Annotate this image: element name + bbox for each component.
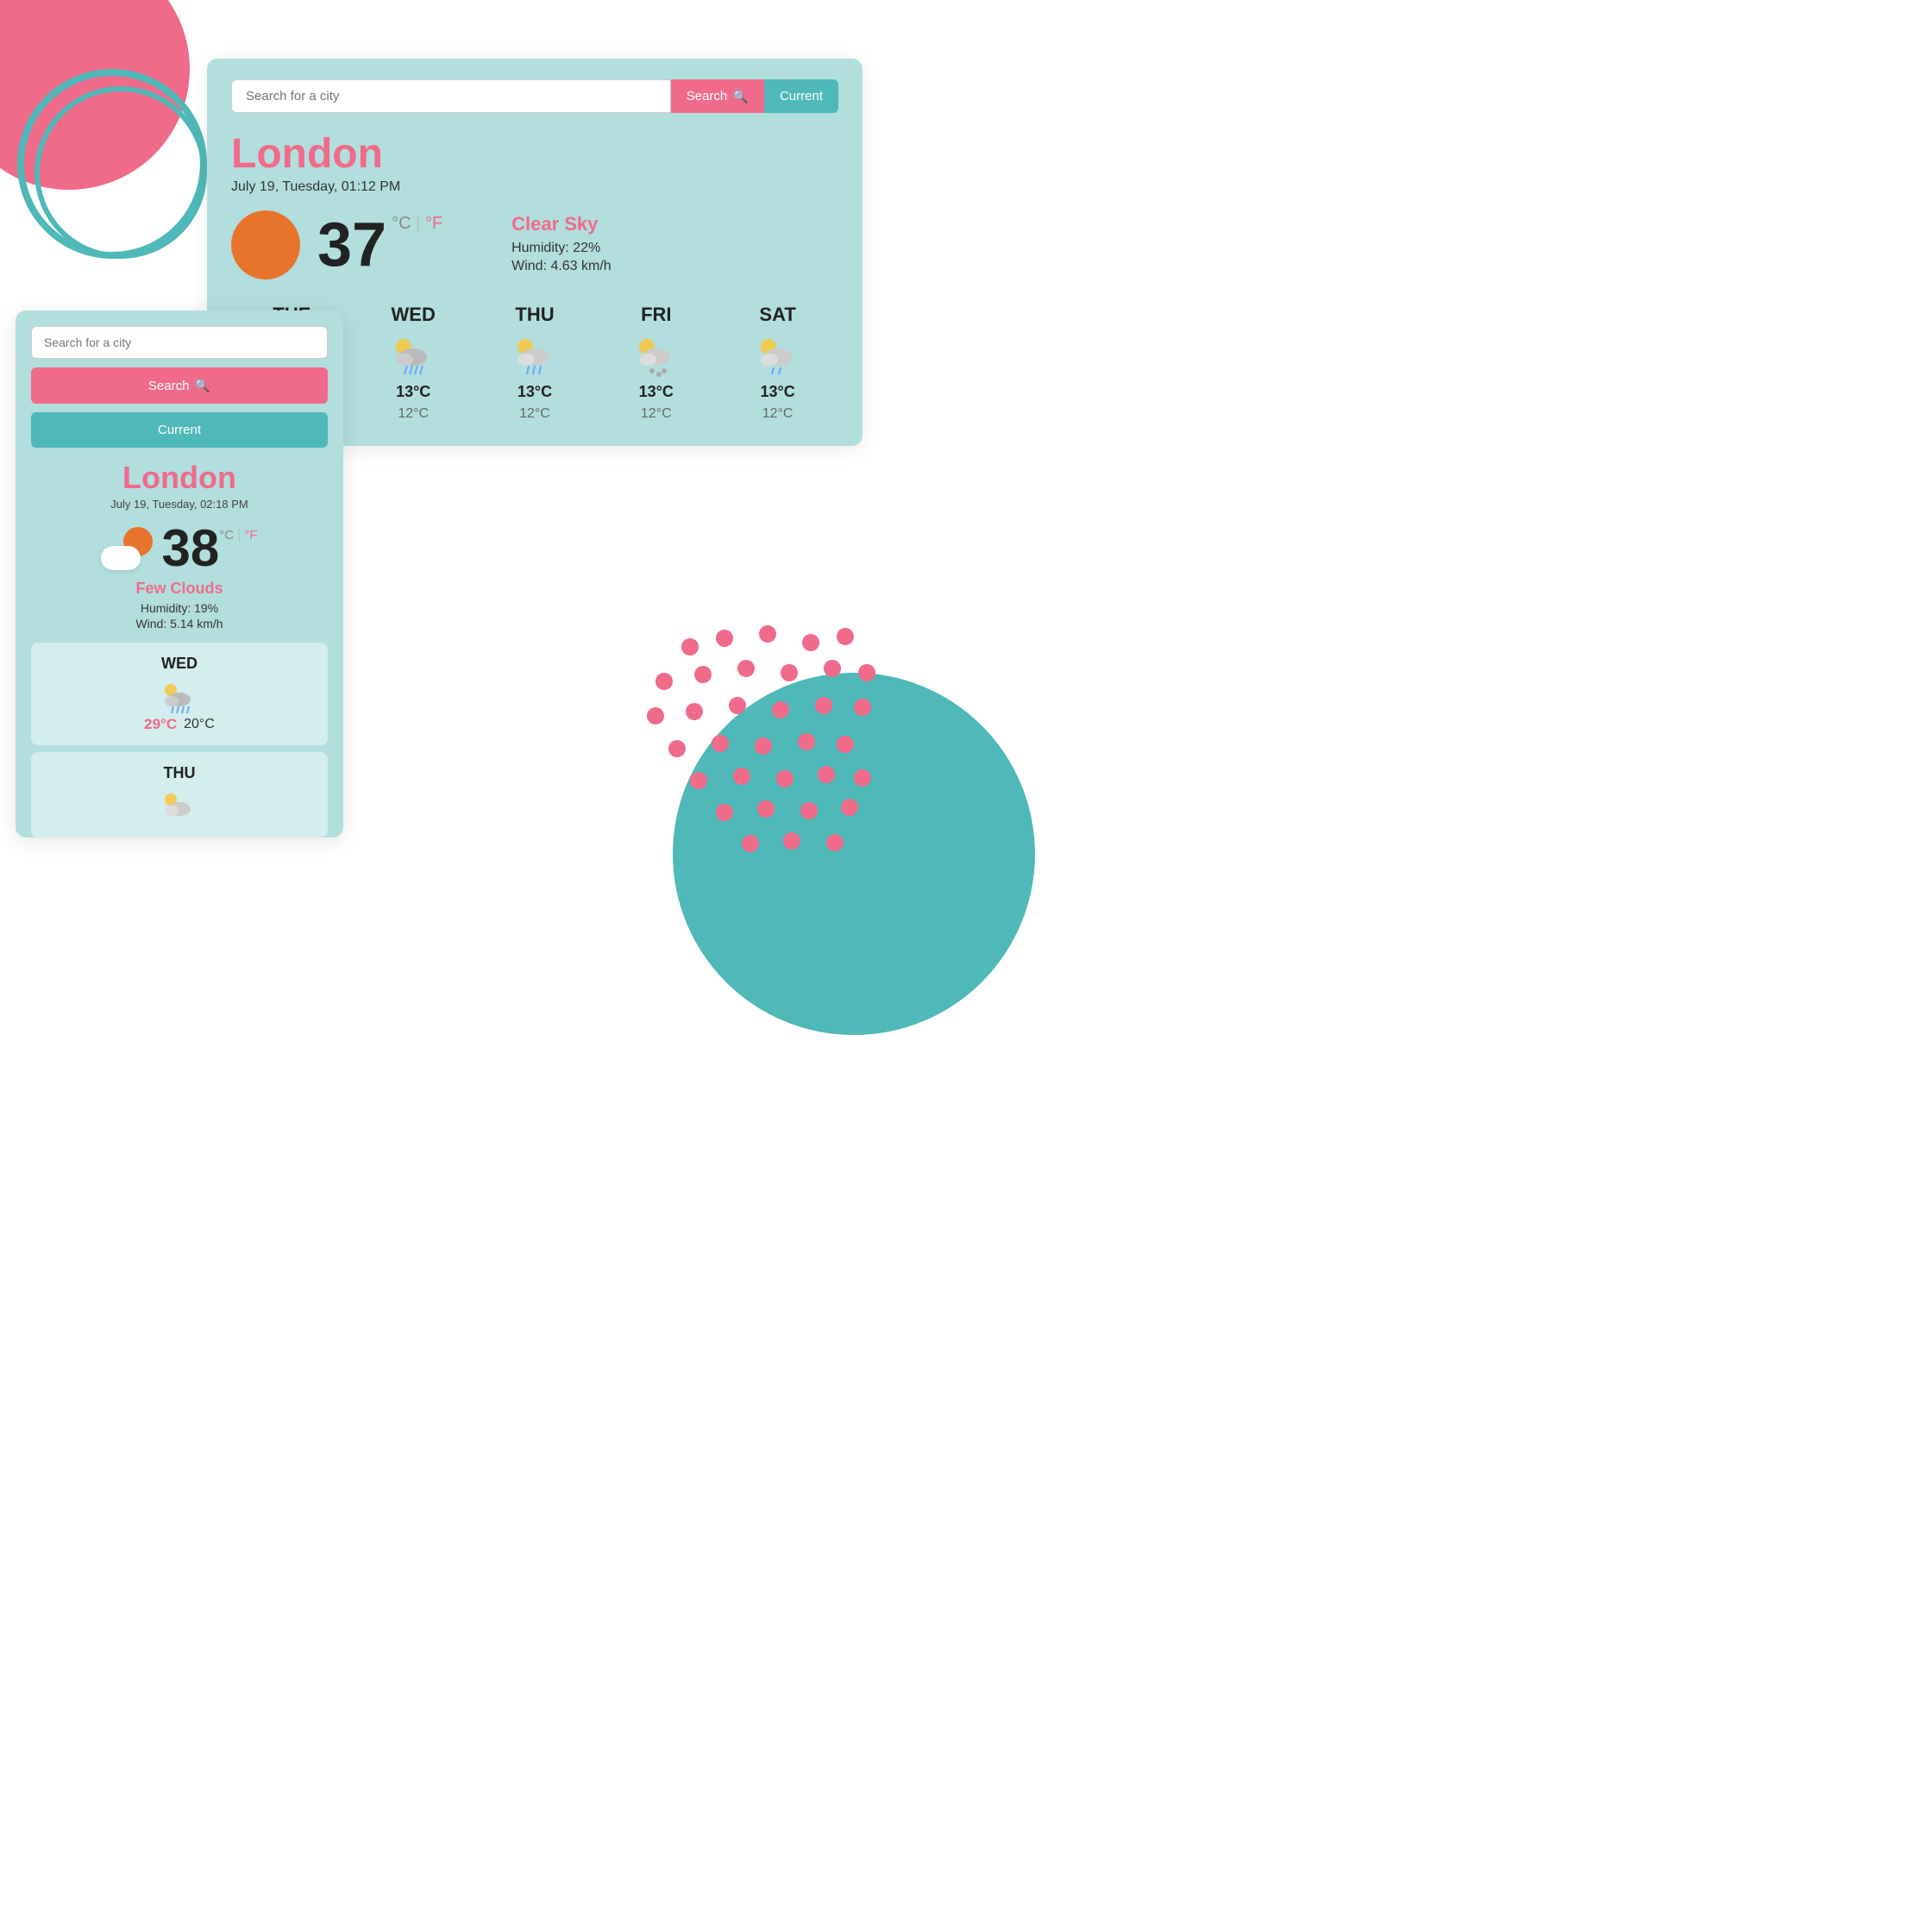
main-temperature-display: 37 °C | °F [317, 214, 442, 276]
forecast-thu-label: THU [515, 304, 554, 326]
small-city-name: London [31, 460, 328, 496]
small-current-button-label: Current [158, 423, 201, 437]
forecast-sat-label: SAT [759, 304, 795, 326]
forecast-fri-high: 13°C [639, 383, 674, 401]
small-search-icon: 🔍 [194, 378, 210, 393]
small-forecast-thu: THU [31, 752, 328, 837]
main-search-button-label: Search [687, 89, 728, 104]
small-forecast-wed-label: WED [161, 655, 198, 673]
main-unit-fahrenheit: °F [425, 214, 442, 233]
forecast-thu-icon [511, 331, 558, 378]
small-temp-value: 38 [161, 523, 219, 574]
small-humidity: Humidity: 19% [31, 601, 328, 615]
main-weather-icon-sun [231, 210, 300, 279]
small-search-input[interactable] [31, 326, 328, 359]
small-unit-fahrenheit: °F [244, 528, 257, 543]
forecast-day-thu: THU 13°C 12°C [474, 304, 596, 422]
small-unit-celsius: °C [219, 528, 234, 543]
main-search-bar: Search 🔍 Current [231, 79, 838, 113]
forecast-wed-low: 12°C [398, 406, 429, 422]
small-temp-units: °C | °F [219, 528, 257, 543]
forecast-fri-label: FRI [641, 304, 671, 326]
forecast-day-sat: SAT 13°C 12°C [717, 304, 838, 422]
small-wind: Wind: 5.14 km/h [31, 617, 328, 630]
small-current-weather: 38 °C | °F [31, 523, 328, 574]
main-search-icon: 🔍 [732, 89, 749, 104]
main-current-button[interactable]: Current [764, 79, 838, 113]
main-condition: Clear Sky [511, 213, 612, 235]
small-forecast-wed-icon [160, 678, 198, 716]
small-search-button[interactable]: Search 🔍 [31, 367, 328, 404]
small-search-button-label: Search [148, 379, 190, 393]
main-unit-celsius: °C [392, 214, 411, 233]
forecast-sat-icon [755, 331, 801, 378]
small-weather-icon [101, 527, 153, 570]
main-city-name: London [231, 130, 838, 178]
forecast-wed-high: 13°C [396, 383, 430, 401]
small-cloud-icon [101, 546, 141, 570]
forecast-fri-icon [633, 331, 680, 378]
main-search-input[interactable] [231, 79, 671, 113]
small-forecast-thu-icon [160, 787, 198, 825]
small-forecast-wed-temps: 29°C 20°C [144, 716, 215, 733]
forecast-wed-label: WED [392, 304, 436, 326]
small-city-date: July 19, Tuesday, 02:18 PM [31, 498, 328, 511]
main-wind: Wind: 4.63 km/h [511, 259, 612, 274]
small-forecast-container: WED 29°C 20°C THU [31, 643, 328, 837]
decorative-dots-pattern [638, 621, 897, 880]
small-current-button[interactable]: Current [31, 412, 328, 448]
forecast-sat-low: 12°C [762, 406, 794, 422]
small-forecast-thu-label: THU [164, 764, 196, 782]
main-current-weather: 37 °C | °F Clear Sky Humidity: 22% Wind:… [231, 210, 838, 279]
main-temp-units: °C | °F [392, 214, 442, 234]
forecast-fri-low: 12°C [641, 406, 672, 422]
forecast-day-wed: WED 13°C 12°C [353, 304, 474, 422]
forecast-thu-high: 13°C [518, 383, 552, 401]
main-temp-value: 37 [317, 214, 386, 276]
small-forecast-wed-high: 29°C [144, 716, 177, 733]
forecast-sat-high: 13°C [760, 383, 794, 401]
main-weather-info: Clear Sky Humidity: 22% Wind: 4.63 km/h [511, 213, 612, 277]
main-current-button-label: Current [780, 89, 823, 104]
forecast-thu-low: 12°C [519, 406, 550, 422]
small-forecast-wed: WED 29°C 20°C [31, 643, 328, 745]
forecast-day-fri: FRI 13°C 12°C [595, 304, 717, 422]
small-condition: Few Clouds [31, 580, 328, 598]
main-unit-sep: | [416, 214, 425, 233]
small-forecast-wed-low: 20°C [184, 717, 215, 732]
decorative-teal-ring-inner [34, 86, 207, 259]
main-search-button[interactable]: Search 🔍 [671, 79, 764, 113]
main-humidity: Humidity: 22% [511, 241, 612, 256]
forecast-wed-icon [390, 331, 436, 378]
small-weather-card: Search 🔍 Current London July 19, Tuesday… [16, 310, 343, 837]
main-city-date: July 19, Tuesday, 01:12 PM [231, 179, 838, 195]
